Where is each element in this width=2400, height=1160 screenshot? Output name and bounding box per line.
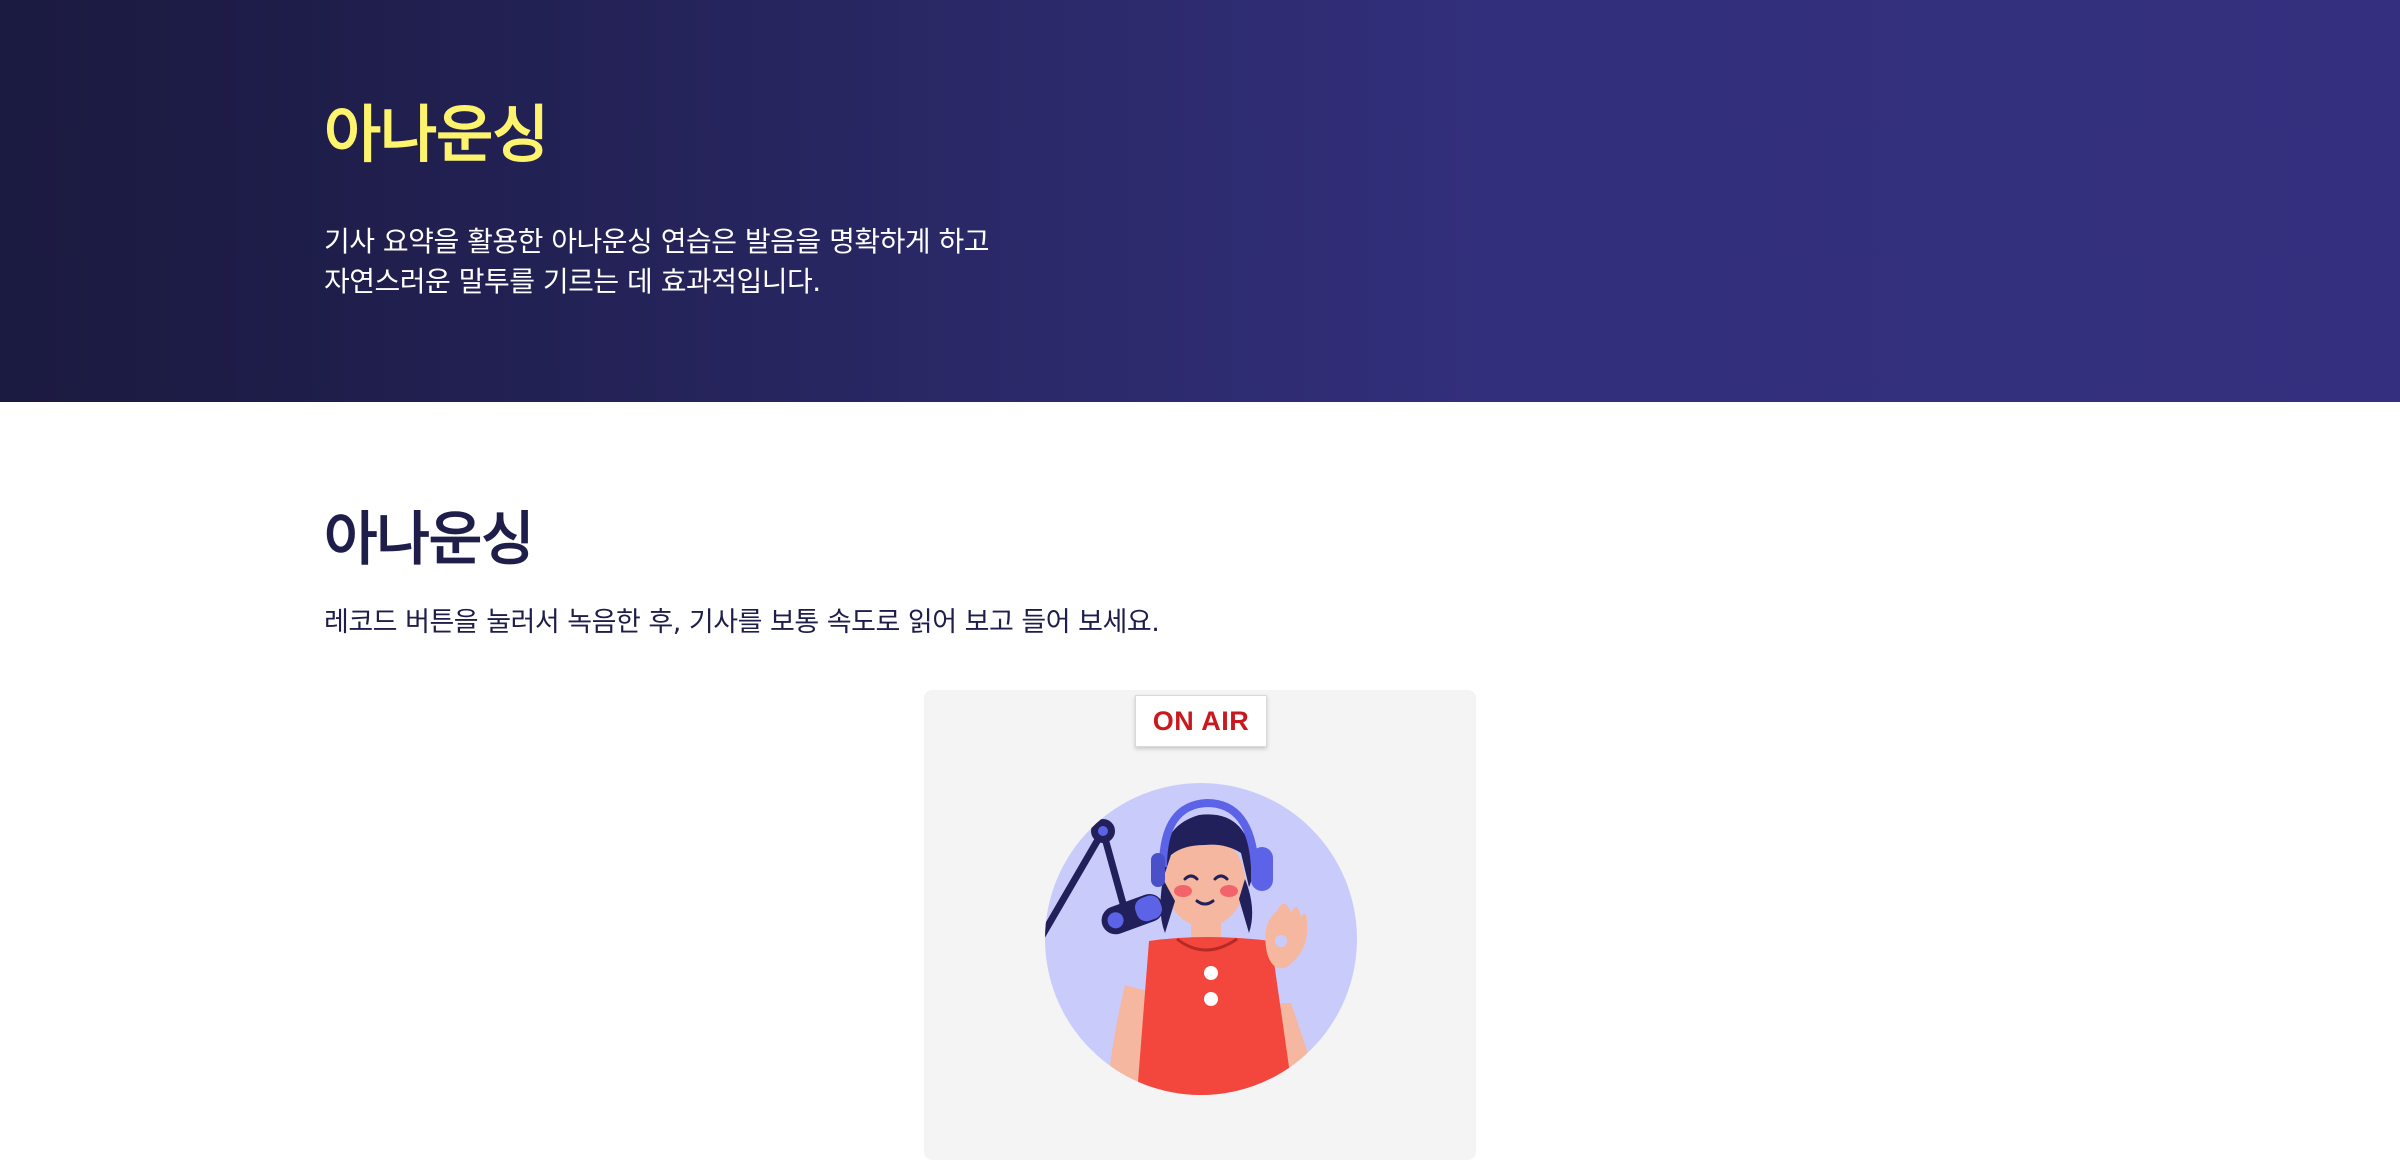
hero-description: 기사 요약을 활용한 아나운싱 연습은 발음을 명확하게 하고 자연스러운 말투… [324, 225, 990, 298]
announcer-with-microphone-icon [1045, 783, 1357, 1095]
hero-title: 아나운싱 [324, 98, 549, 171]
on-air-sign: ON AIR [1135, 695, 1267, 747]
section-title: 아나운싱 [324, 505, 534, 573]
section-instruction: 레코드 버튼을 눌러서 녹음한 후, 기사를 보통 속도로 읽어 보고 들어 보… [324, 607, 1160, 638]
recording-card: ON AIR [924, 690, 1476, 1160]
hero-banner: 아나운싱 기사 요약을 활용한 아나운싱 연습은 발음을 명확하게 하고 자연스… [0, 0, 2400, 402]
